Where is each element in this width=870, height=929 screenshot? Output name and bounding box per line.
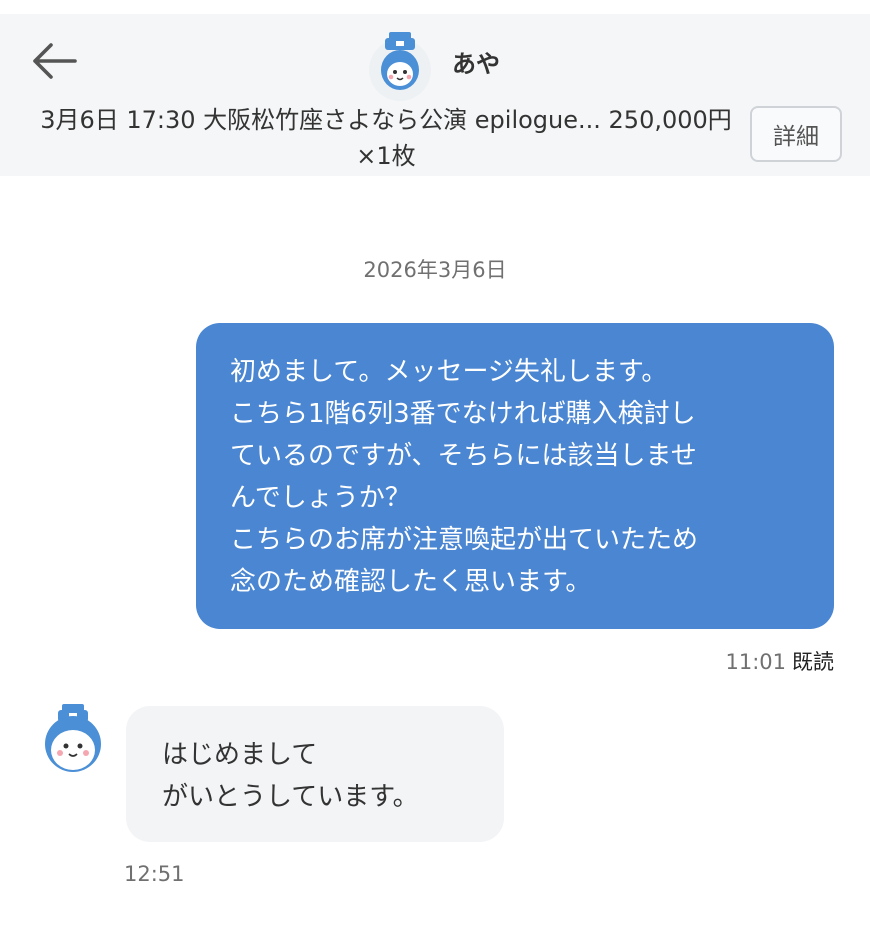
back-button[interactable]	[26, 38, 82, 84]
chat-header: あや 3月6日 17:30 大阪松竹座さよなら公演 epilogue... 25…	[0, 14, 870, 176]
avatar	[368, 26, 432, 106]
message-time: 12:51	[124, 862, 185, 886]
read-status: 既読	[792, 650, 834, 674]
mascot-avatar-icon	[369, 32, 431, 101]
ticket-info: 3月6日 17:30 大阪松竹座さよなら公演 epilogue... 250,0…	[40, 106, 732, 170]
mascot-avatar-icon	[45, 704, 101, 772]
message-time: 11:01	[725, 650, 786, 674]
sent-message-bubble: 初めまして。メッセージ失礼します。 こちら1階6列3番でなければ購入検討し てい…	[196, 323, 834, 629]
detail-button[interactable]: 詳細	[750, 106, 842, 162]
arrow-left-icon	[33, 43, 77, 79]
sender-avatar[interactable]	[38, 700, 108, 784]
sent-message-meta: 11:01 既読	[725, 646, 834, 676]
date-divider: 2026年3月6日	[363, 258, 507, 282]
contact-name: あや	[452, 50, 500, 78]
received-message-bubble: はじめまして がいとうしています。	[126, 706, 504, 842]
